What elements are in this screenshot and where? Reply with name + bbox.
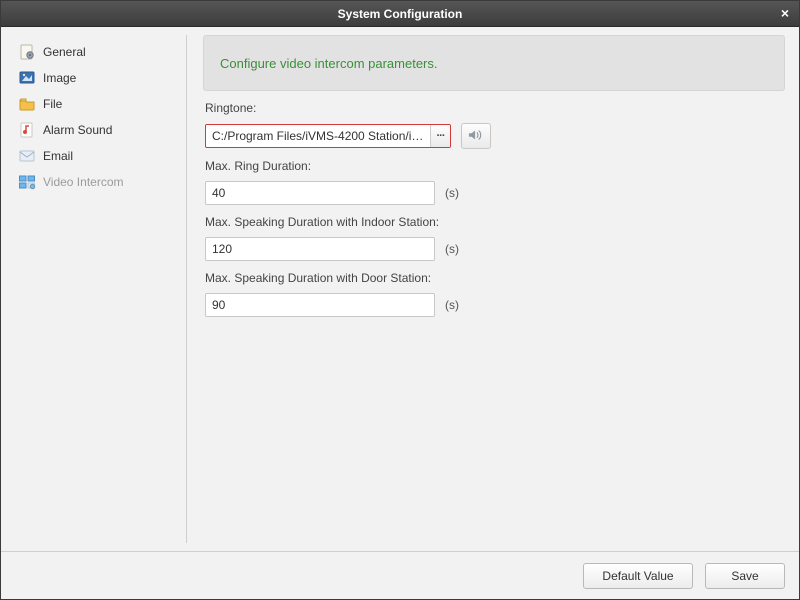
titlebar: System Configuration × [1,1,799,27]
window-title: System Configuration [338,7,463,21]
max-ring-input[interactable] [205,181,435,205]
image-icon [17,69,37,87]
window-body: General Image File Alarm Sound [1,27,799,551]
max-ring-label: Max. Ring Duration: [205,159,783,173]
save-button[interactable]: Save [705,563,785,589]
max-speak-indoor-label: Max. Speaking Duration with Indoor Stati… [205,215,783,229]
unit-label: (s) [445,298,459,312]
sidebar-item-video-intercom[interactable]: Video Intercom [9,169,186,195]
sidebar-item-label: Alarm Sound [43,123,112,137]
sidebar-item-image[interactable]: Image [9,65,186,91]
email-icon [17,147,37,165]
ringtone-label: Ringtone: [205,101,783,115]
max-speak-indoor-input[interactable] [205,237,435,261]
close-icon[interactable]: × [777,5,793,21]
alarm-sound-icon [17,121,37,139]
info-banner: Configure video intercom parameters. [203,35,785,91]
footer: Default Value Save [1,551,799,599]
video-intercom-icon [17,173,37,191]
folder-icon [17,95,37,113]
sidebar-item-file[interactable]: File [9,91,186,117]
default-value-button[interactable]: Default Value [583,563,693,589]
sidebar-item-alarm-sound[interactable]: Alarm Sound [9,117,186,143]
play-ringtone-button[interactable] [461,123,491,149]
unit-label: (s) [445,186,459,200]
unit-label: (s) [445,242,459,256]
banner-text: Configure video intercom parameters. [220,56,438,71]
sidebar-item-label: Email [43,149,73,163]
sidebar-item-label: Image [43,71,76,85]
sidebar-item-label: General [43,45,86,59]
sidebar-item-label: Video Intercom [43,175,124,189]
ringtone-path-text: C:/Program Files/iVMS-4200 Station/iVMS… [206,129,430,143]
video-intercom-form: Ringtone: C:/Program Files/iVMS-4200 Sta… [197,101,791,317]
speaker-icon [468,128,484,145]
browse-button[interactable]: ··· [430,125,450,147]
max-speak-door-input[interactable] [205,293,435,317]
system-configuration-window: System Configuration × General Image [0,0,800,600]
max-speak-door-label: Max. Speaking Duration with Door Station… [205,271,783,285]
sidebar-item-general[interactable]: General [9,39,186,65]
content-panel: Configure video intercom parameters. Rin… [187,35,791,543]
sidebar-item-label: File [43,97,62,111]
sidebar: General Image File Alarm Sound [9,35,187,543]
gear-page-icon [17,43,37,61]
ringtone-path-field[interactable]: C:/Program Files/iVMS-4200 Station/iVMS…… [205,124,451,148]
sidebar-item-email[interactable]: Email [9,143,186,169]
